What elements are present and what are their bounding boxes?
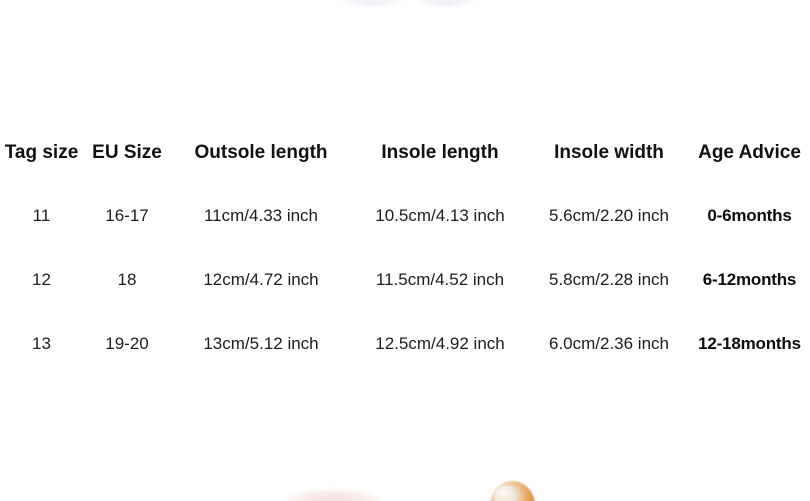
cropped-shoe-sole-arc-image	[285, 489, 381, 501]
cell-insole-length: 11.5cm/4.52 inch	[375, 270, 505, 289]
column-header-tag-size: Tag size	[4, 142, 79, 163]
column-header-age-advice: Age Advice	[698, 142, 801, 163]
cell-outsole-length: 12cm/4.72 inch	[203, 270, 319, 289]
top-cropped-image-strip	[0, 0, 810, 16]
cell-eu-size: 18	[117, 270, 137, 289]
column-header-outsole-length: Outsole length	[194, 142, 328, 163]
cell-eu-size: 19-20	[105, 334, 149, 353]
column-header-insole-width: Insole width	[554, 142, 664, 163]
cell-insole-width: 6.0cm/2.36 inch	[548, 334, 669, 353]
table-header-row: Tag size EU Size Outsole length Insole l…	[0, 122, 810, 184]
cell-tag-size: 12	[32, 270, 51, 289]
table-row: 11 16-17 11cm/4.33 inch 10.5cm/4.13 inch…	[0, 184, 810, 248]
cell-insole-length: 10.5cm/4.13 inch	[375, 206, 505, 225]
cropped-product-photo-b-image	[415, 0, 477, 6]
cell-age-advice: 12-18months	[698, 334, 801, 353]
size-chart-table-head: Tag size EU Size Outsole length Insole l…	[0, 122, 810, 184]
cell-eu-size: 16-17	[105, 206, 149, 225]
cell-outsole-length: 11cm/4.33 inch	[203, 206, 319, 225]
size-chart-page: Tag size EU Size Outsole length Insole l…	[0, 0, 810, 501]
bottom-cropped-image-strip	[0, 467, 810, 501]
column-header-insole-length: Insole length	[381, 142, 499, 163]
cell-insole-length: 12.5cm/4.92 inch	[375, 334, 505, 353]
cell-tag-size: 13	[32, 334, 51, 353]
size-chart-table-body: 11 16-17 11cm/4.33 inch 10.5cm/4.13 inch…	[0, 184, 810, 376]
cell-insole-width: 5.6cm/2.20 inch	[548, 206, 669, 225]
cell-age-advice: 0-6months	[707, 206, 792, 225]
cell-insole-width: 5.8cm/2.28 inch	[548, 270, 669, 289]
cell-tag-size: 11	[32, 206, 51, 225]
cropped-product-photo-a-image	[340, 0, 406, 6]
cropped-tan-baby-shoe-image	[485, 477, 539, 501]
column-header-eu-size: EU Size	[92, 142, 162, 163]
cell-age-advice: 6-12months	[702, 270, 797, 289]
cell-outsole-length: 13cm/5.12 inch	[203, 334, 319, 353]
table-row: 13 19-20 13cm/5.12 inch 12.5cm/4.92 inch…	[0, 312, 810, 376]
size-chart-table: Tag size EU Size Outsole length Insole l…	[0, 122, 810, 376]
table-row: 12 18 12cm/4.72 inch 11.5cm/4.52 inch 5.…	[0, 248, 810, 312]
